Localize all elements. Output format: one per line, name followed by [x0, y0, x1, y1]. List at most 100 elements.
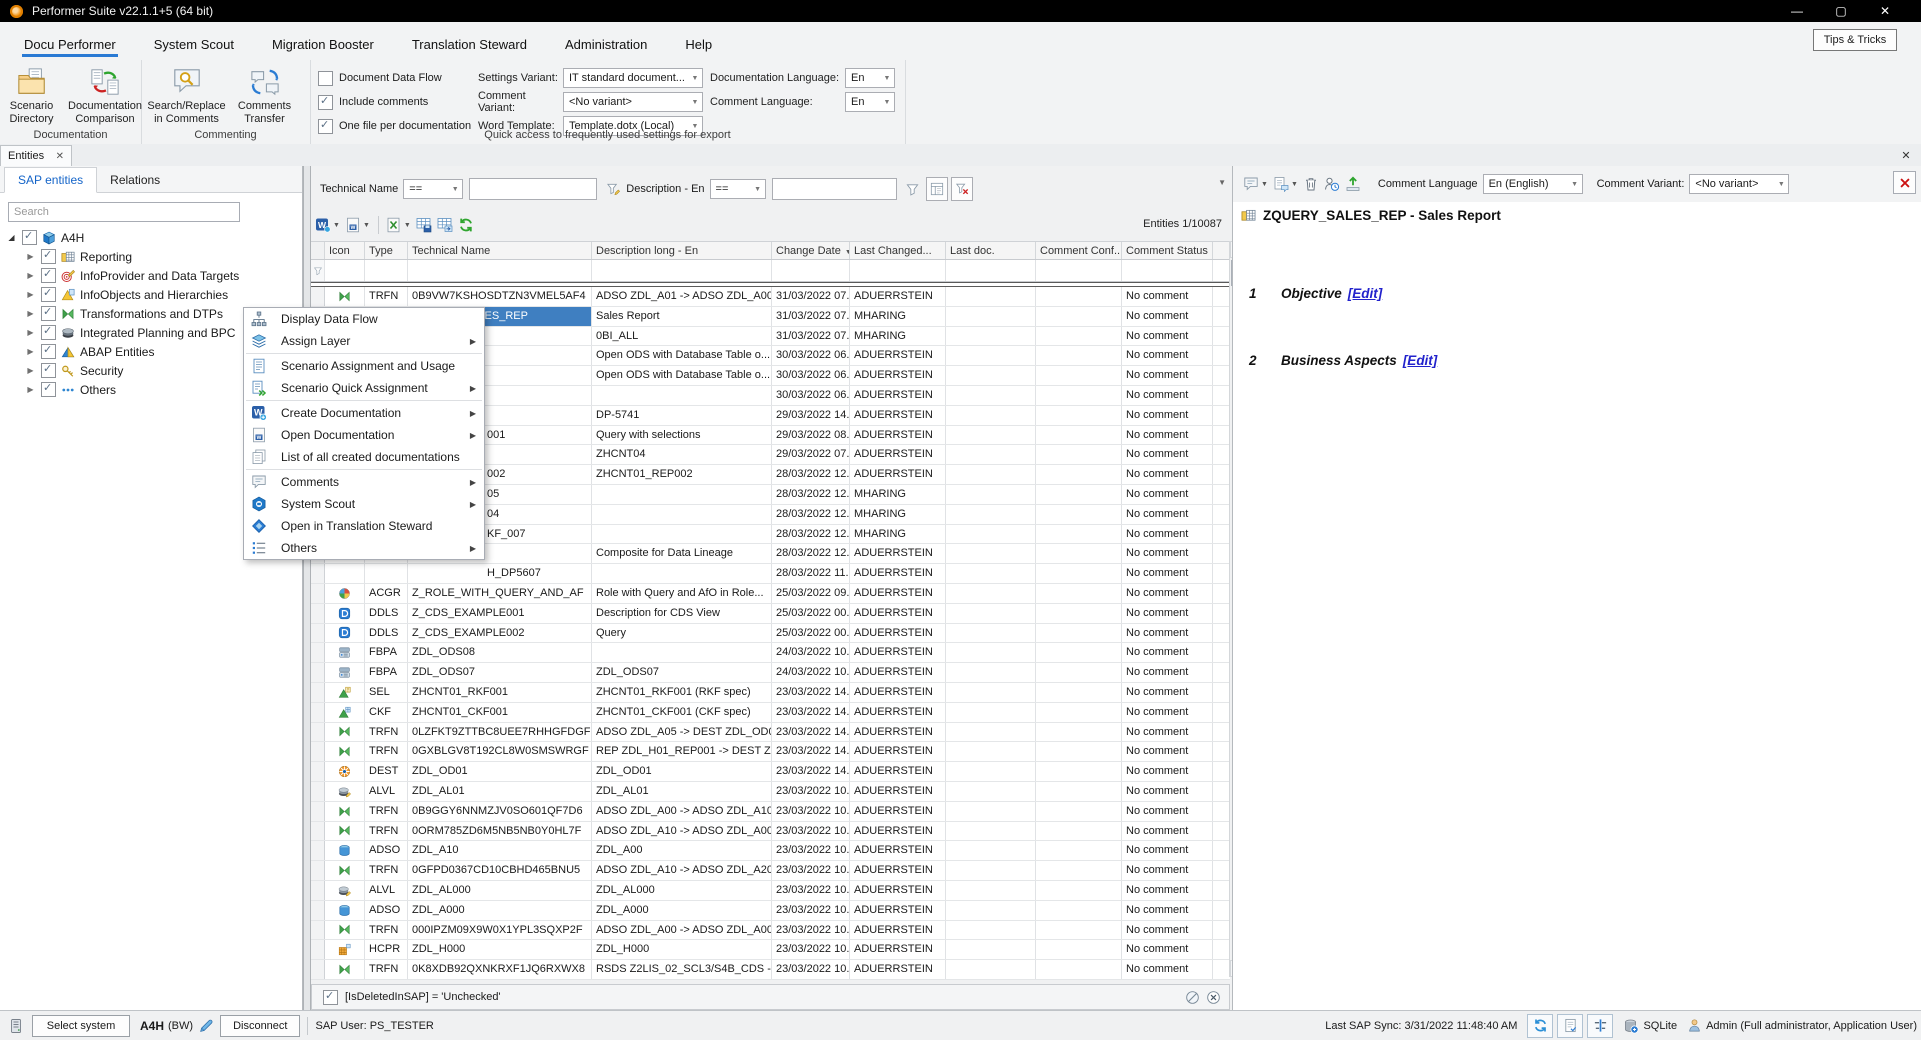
- comment-language-combobox[interactable]: En▼: [845, 92, 895, 112]
- tree-search-box[interactable]: [8, 202, 240, 222]
- filter-row-cell[interactable]: [365, 260, 408, 281]
- column-header-description-long-en[interactable]: Description long - En: [592, 242, 772, 259]
- expand-arrow-icon[interactable]: ▶: [25, 366, 36, 375]
- ribbon-tab-administration[interactable]: Administration: [563, 31, 649, 60]
- disconnect-button[interactable]: Disconnect: [220, 1015, 300, 1037]
- tree-checkbox[interactable]: [41, 306, 56, 321]
- table-row[interactable]: DDLSZ_CDS_EXAMPLE001Description for CDS …: [311, 604, 1230, 624]
- add-comment-button[interactable]: ▼: [1241, 172, 1270, 196]
- column-header-last-doc[interactable]: Last doc.: [946, 242, 1036, 259]
- table-row[interactable]: CKFZHCNT01_CKF001ZHCNT01_CKF001 (CKF spe…: [311, 703, 1230, 723]
- table-row[interactable]: TRFN0LZFKT9ZTTBC8UEE7RHHGFDGFADSO ZDL_A0…: [311, 723, 1230, 743]
- table-row[interactable]: TRFN0B9GGY6NNMZJV0SO601QF7D6ADSO ZDL_A00…: [311, 802, 1230, 822]
- table-row[interactable]: DESTZDL_OD01ZDL_OD0123/03/2022 14...ADUE…: [311, 762, 1230, 782]
- column-header-comment-conf[interactable]: Comment Conf...: [1036, 242, 1122, 259]
- expand-arrow-icon[interactable]: ▶: [25, 385, 36, 394]
- panel-splitter[interactable]: [303, 166, 311, 1010]
- panel-close-button[interactable]: [1893, 171, 1916, 194]
- sync-button[interactable]: [1527, 1014, 1553, 1038]
- expand-arrow-icon[interactable]: ▶: [25, 252, 36, 261]
- chevron-down-icon[interactable]: ▼: [333, 222, 340, 229]
- ribbon-tab-docu-performer[interactable]: Docu Performer: [22, 31, 118, 60]
- maximize-button[interactable]: ▢: [1834, 4, 1848, 18]
- search-replace-in-comments-button[interactable]: Search/Replace in Comments: [151, 64, 223, 126]
- close-button[interactable]: ✕: [1878, 4, 1892, 18]
- section-edit-link[interactable]: [Edit]: [1403, 353, 1438, 368]
- comment-document-button[interactable]: ▼: [1271, 172, 1300, 196]
- column-header-change-date[interactable]: Change Date▼: [772, 242, 850, 259]
- publish-comment-button[interactable]: [1343, 172, 1363, 196]
- menu-item-display-data-flow[interactable]: Display Data Flow: [244, 308, 484, 330]
- log-button[interactable]: [1557, 1014, 1583, 1038]
- table-row[interactable]: HCPRZDL_H000ZDL_H00023/03/2022 10...ADUE…: [311, 940, 1230, 960]
- wordexport-button[interactable]: W▼: [313, 213, 342, 237]
- ribbon-tab-system-scout[interactable]: System Scout: [152, 31, 236, 60]
- filter-value2-input[interactable]: [772, 178, 897, 200]
- tree-checkbox[interactable]: [41, 249, 56, 264]
- filter-layout-icon[interactable]: [926, 177, 948, 201]
- menu-item-scenario-assignment-and-usage[interactable]: Scenario Assignment and Usage: [244, 355, 484, 377]
- comment-variant-combobox[interactable]: <No variant>▼: [1689, 174, 1789, 194]
- comment-variant-combobox[interactable]: <No variant>▼: [563, 92, 703, 112]
- ribbon-tab-migration-booster[interactable]: Migration Booster: [270, 31, 376, 60]
- column-header-comment-status[interactable]: Comment Status: [1122, 242, 1213, 259]
- tips-and-tricks-button[interactable]: Tips & Tricks: [1813, 29, 1897, 51]
- chevron-down-icon[interactable]: ▼: [404, 222, 411, 229]
- section-edit-link[interactable]: [Edit]: [1348, 286, 1383, 301]
- wordopen-button[interactable]: w▼: [343, 213, 372, 237]
- ribbon-tab-help[interactable]: Help: [683, 31, 714, 60]
- search-input[interactable]: [9, 203, 239, 221]
- footer-filter-checkbox[interactable]: [323, 990, 338, 1005]
- clear-filter-icon[interactable]: [951, 177, 973, 201]
- expand-arrow-icon[interactable]: ▶: [25, 328, 36, 337]
- column-header-type[interactable]: Type: [365, 242, 408, 259]
- filter-row-cell[interactable]: [772, 260, 850, 281]
- column-header-last-changed[interactable]: Last Changed...: [850, 242, 946, 259]
- filter-row-cell[interactable]: [946, 260, 1036, 281]
- chevron-down-icon[interactable]: ▼: [1291, 181, 1298, 188]
- collapse-arrow-icon[interactable]: ◢: [6, 233, 17, 242]
- scenario-directory-button[interactable]: Scenario Directory: [0, 64, 63, 126]
- tab-sap-entities[interactable]: SAP entities: [4, 167, 97, 193]
- menu-item-others[interactable]: Others▶: [244, 537, 484, 559]
- filter-row-cell[interactable]: [1122, 260, 1213, 281]
- menu-item-open-in-translation-steward[interactable]: Open in Translation Steward: [244, 515, 484, 537]
- menu-item-system-scout[interactable]: System Scout▶: [244, 493, 484, 515]
- gridsave-button[interactable]: [414, 213, 434, 237]
- table-row[interactable]: TRFN000IPZM09X9W0X1YPL3SQXP2FADSO ZDL_A0…: [311, 921, 1230, 941]
- settings-variant-combobox[interactable]: IT standard document...▼: [563, 68, 703, 88]
- comment-language-combobox[interactable]: En (English)▼: [1483, 174, 1583, 194]
- expand-arrow-icon[interactable]: ▶: [25, 290, 36, 299]
- tab-relations[interactable]: Relations: [97, 168, 173, 192]
- documentation-comparison-button[interactable]: Documentation Comparison: [69, 64, 141, 126]
- tree-checkbox[interactable]: [41, 382, 56, 397]
- table-row[interactable]: FBPAZDL_ODS0824/03/2022 10...ADUERRSTEIN…: [311, 643, 1230, 663]
- table-row[interactable]: ACGRZ_ROLE_WITH_QUERY_AND_AFRole with Qu…: [311, 584, 1230, 604]
- dock-tab-close-icon[interactable]: ✕: [56, 151, 64, 162]
- ribbon-tab-translation-steward[interactable]: Translation Steward: [410, 31, 529, 60]
- checkbox-document-data-flow[interactable]: Document Data Flow: [318, 66, 471, 90]
- comment-history-button[interactable]: [1322, 172, 1342, 196]
- expand-arrow-icon[interactable]: ▶: [25, 309, 36, 318]
- tree-item-infoobjects-and-hierarchies[interactable]: ▶InfoObjects and Hierarchies: [0, 285, 302, 304]
- filter-row-cell[interactable]: [408, 260, 592, 281]
- apply-filter-icon[interactable]: [903, 178, 923, 200]
- excel-button[interactable]: ▼: [384, 213, 413, 237]
- refresh-button[interactable]: [456, 213, 476, 237]
- tree-item-a4h[interactable]: ◢A4H: [0, 228, 302, 247]
- documentation-language-combobox[interactable]: En▼: [845, 68, 895, 88]
- gridview-button[interactable]: [435, 213, 455, 237]
- edit-filter-icon[interactable]: [1185, 990, 1200, 1005]
- select-system-button[interactable]: Select system: [32, 1015, 130, 1037]
- table-row[interactable]: ALVLZDL_AL01ZDL_AL0123/03/2022 10...ADUE…: [311, 782, 1230, 802]
- menu-item-list-of-all-created-documentations[interactable]: List of all created documentations: [244, 446, 484, 468]
- chevron-down-icon[interactable]: ▼: [363, 222, 370, 229]
- table-row[interactable]: TRFN0ORM785ZD6M5NB5NB0Y0HL7FADSO ZDL_A10…: [311, 822, 1230, 842]
- table-row[interactable]: SELZHCNT01_RKF001ZHCNT01_RKF001 (RKF spe…: [311, 683, 1230, 703]
- menu-item-scenario-quick-assignment[interactable]: Scenario Quick Assignment▶: [244, 377, 484, 399]
- table-row[interactable]: TRFN0K8XDB92QXNKRXF1JQ6RXWX8RSDS Z2LIS_0…: [311, 960, 1230, 980]
- column-header-icon[interactable]: Icon: [325, 242, 365, 259]
- expand-arrow-icon[interactable]: ▶: [25, 271, 36, 280]
- table-row[interactable]: FBPAZDL_ODS07ZDL_ODS0724/03/2022 10...AD…: [311, 663, 1230, 683]
- filter-row-cell[interactable]: [850, 260, 946, 281]
